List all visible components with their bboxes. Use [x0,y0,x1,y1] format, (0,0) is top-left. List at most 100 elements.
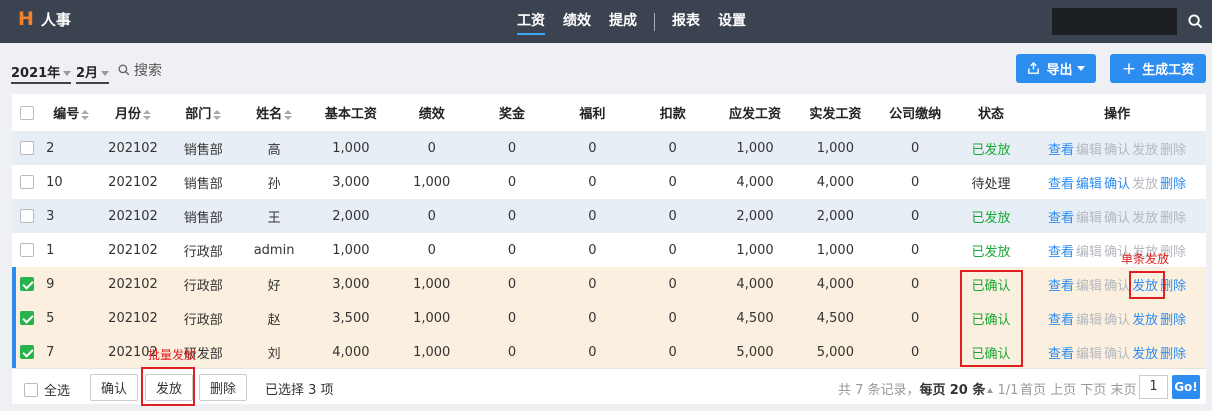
row-checkbox[interactable] [20,345,35,359]
view-link[interactable]: 查看 [1048,177,1074,192]
view-link[interactable]: 查看 [1048,279,1074,294]
delete-link[interactable]: 删除 [1160,211,1186,226]
delete-link[interactable]: 删除 [1160,177,1186,192]
view-link[interactable]: 查看 [1048,313,1074,328]
edit-link[interactable]: 编辑 [1076,279,1102,294]
search-icon [118,64,130,76]
select-all[interactable]: 全选 [24,380,70,399]
row-checkbox[interactable] [20,175,35,189]
cell-gross: 2,000 [715,199,795,233]
issue-link[interactable]: 发放 [1132,177,1158,192]
col-deduct: 扣款 [659,107,686,122]
issue-link[interactable]: 发放 [1132,211,1158,226]
edit-link[interactable]: 编辑 [1076,347,1102,362]
cell-welfare: 0 [555,131,630,165]
batch-confirm-button[interactable]: 确认 [90,374,138,401]
delete-link[interactable]: 删除 [1160,347,1186,362]
sort-icon[interactable] [213,109,222,120]
row-checkbox-cell[interactable] [12,165,43,199]
row-checkbox-cell[interactable] [12,199,43,233]
view-link[interactable]: 查看 [1048,245,1074,260]
batch-delete-button[interactable]: 删除 [199,374,247,401]
select-all-checkbox[interactable] [24,382,38,397]
cell-net: 4,500 [794,301,877,335]
select-all-header[interactable] [12,94,42,131]
app-logo[interactable]: H 人事 [18,8,71,30]
nav-reports[interactable]: 报表 [672,0,700,43]
edit-link[interactable]: 编辑 [1076,313,1102,328]
confirm-link[interactable]: 确认 [1104,347,1130,362]
edit-link[interactable]: 编辑 [1076,143,1102,158]
confirm-link[interactable]: 确认 [1104,143,1130,158]
row-checkbox-cell[interactable] [12,335,43,369]
per-page-select[interactable]: 20 条 [950,383,994,398]
sort-icon[interactable] [81,109,90,120]
table-row[interactable]: 3 202102 销售部王 2,000 0 0 0 0 2,000 2,000 0 已发放 查看 编辑 确认… [12,199,1206,233]
sort-icon[interactable] [284,109,293,120]
generate-salary-button[interactable]: + 生成工资 [1110,54,1206,83]
global-search-input[interactable] [1052,8,1177,35]
col-welfare: 福利 [579,107,606,122]
cell-base: 3,000 [307,267,395,301]
cell-base: 2,000 [307,199,395,233]
row-checkbox[interactable] [20,209,35,223]
cell-deduct: 0 [629,301,716,335]
view-link[interactable]: 查看 [1048,143,1074,158]
table-row[interactable]: 1 202102 行政部 admin 1,000 0 0 0 0 1,000 1,000 0 已发放 查看… [12,233,1206,267]
per-page-label: 每页 [919,383,946,398]
row-checkbox-cell[interactable] [12,267,43,301]
table-row[interactable]: 5 202102 行政部赵 3,500 1,000 0 0 0 4,500 4,500 0 已确认 查看… [12,301,1206,335]
nav-performance[interactable]: 绩效 [563,0,591,43]
row-checkbox-cell[interactable] [12,301,43,335]
logo-mark: H [18,8,34,30]
row-checkbox[interactable] [20,277,35,291]
row-checkbox[interactable] [20,243,35,257]
confirm-link[interactable]: 确认 [1104,279,1130,294]
delete-link[interactable]: 删除 [1160,313,1186,328]
prev-page-link[interactable]: 上页 [1050,383,1076,398]
delete-link[interactable]: 删除 [1160,143,1186,158]
row-checkbox[interactable] [20,311,35,325]
row-checkbox[interactable] [20,141,35,155]
last-page-link[interactable]: 末页 [1110,383,1136,398]
table-row[interactable]: 10 202102 销售部孙 3,000 1,000 0 0 0 4,000 4,000 0 待处理查… [12,165,1206,199]
month-select[interactable]: 2月 [76,62,110,84]
first-page-link[interactable]: 首页 [1020,383,1046,398]
generate-label: 生成工资 [1142,63,1195,78]
nav-settings[interactable]: 设置 [718,0,746,43]
confirm-link[interactable]: 确认 [1104,177,1130,192]
col-name[interactable]: 姓名 [241,94,307,131]
col-label: 月份 [114,107,141,122]
go-button[interactable]: Go! [1172,375,1200,399]
col-month[interactable]: 月份 [100,94,165,131]
view-link[interactable]: 查看 [1048,347,1074,362]
edit-link[interactable]: 编辑 [1076,211,1102,226]
row-actions: 查看 编辑 确认 发放 删除 [1028,267,1206,301]
row-checkbox-cell[interactable] [12,233,43,267]
edit-link[interactable]: 编辑 [1076,245,1102,260]
confirm-link[interactable]: 确认 [1104,313,1130,328]
cell-id: 9 [42,267,101,301]
table-row[interactable]: 9 202102 行政部好 3,000 1,000 0 0 0 4,000 4,000 0 已确认 查看… [12,267,1206,301]
nav-salary[interactable]: 工资 [517,0,545,43]
sort-icon[interactable] [143,109,151,120]
next-page-link[interactable]: 下页 [1080,383,1106,398]
export-button[interactable]: 导出 [1016,54,1096,83]
page-number-input[interactable]: 1 [1139,375,1168,399]
issue-link[interactable]: 发放 [1132,347,1158,362]
header-checkbox[interactable] [20,105,35,120]
nav-commission[interactable]: 提成 [609,0,637,43]
selected-count: 已选择 3 项 [265,383,334,398]
confirm-link[interactable]: 确认 [1104,211,1130,226]
edit-link[interactable]: 编辑 [1076,177,1102,192]
row-checkbox-cell[interactable] [12,131,43,165]
year-select[interactable]: 2021年 [11,62,72,84]
search-icon[interactable] [1180,8,1210,35]
view-link[interactable]: 查看 [1048,211,1074,226]
col-id[interactable]: 编号 [42,94,100,131]
issue-link[interactable]: 发放 [1132,313,1158,328]
search-trigger[interactable]: 搜索 [118,60,162,80]
col-dept[interactable]: 部门 [166,94,241,131]
table-row[interactable]: 2 202102 销售部高 1,000 0 0 0 0 1,000 1,000 0 已发放 查看 编辑 确认… [12,131,1206,165]
issue-link[interactable]: 发放 [1132,143,1158,158]
